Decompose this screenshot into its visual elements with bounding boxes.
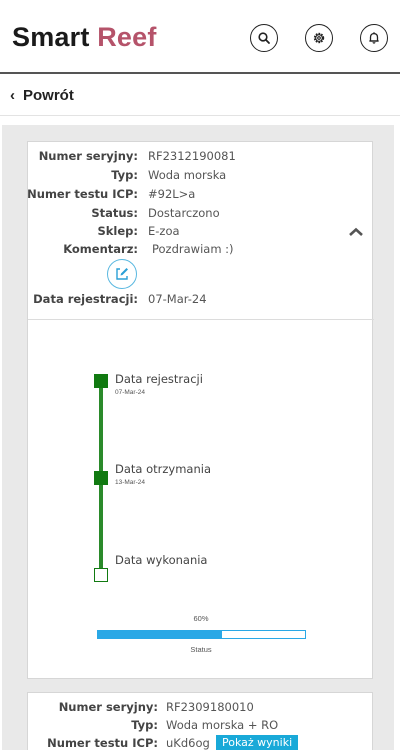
notifications-button[interactable]: [360, 24, 388, 52]
gear-icon: [313, 32, 325, 44]
timeline-label-received: Data otrzymania: [115, 462, 212, 476]
shop-value: E-zoa: [148, 224, 180, 238]
type-label: Typ:: [111, 168, 138, 182]
chevron-left-icon: ‹: [10, 87, 15, 104]
app-logo: Smart Reef: [12, 22, 157, 53]
icp-value: #92L>a: [148, 187, 196, 201]
chevron-up-icon: [349, 227, 363, 236]
icp-label: Numer testu ICP:: [47, 736, 158, 750]
icp-value: uKd6og: [166, 736, 210, 750]
search-button[interactable]: [250, 24, 278, 52]
type-label: Typ:: [131, 718, 158, 732]
comment-row: Komentarz: Pozdrawiam :): [28, 242, 374, 260]
serial-label: Numer seryjny:: [58, 700, 158, 714]
type-row: Typ: Woda morska: [28, 168, 374, 186]
back-label: Powrót: [23, 87, 74, 104]
settings-button[interactable]: [305, 24, 333, 52]
comment-label: Komentarz:: [63, 242, 138, 256]
registration-row: Data rejestracji: 07-Mar-24: [28, 292, 374, 310]
comment-value: Pozdrawiam :): [152, 242, 234, 256]
timeline-label-completed: Data wykonania: [115, 553, 208, 567]
timeline-date-registration: 07-Mar-24: [115, 389, 145, 396]
serial-label: Numer seryjny:: [38, 149, 138, 163]
back-link[interactable]: ‹ Powrót: [0, 76, 400, 116]
show-results-button[interactable]: Pokaż wyniki: [216, 735, 299, 750]
progress-caption: Status: [190, 645, 212, 654]
icp-row: Numer testu ICP: uKd6og: [28, 736, 374, 750]
search-icon: [258, 32, 270, 44]
app-header: Smart Reef: [0, 0, 400, 74]
shop-label: Sklep:: [97, 224, 138, 238]
serial-row: Numer seryjny: RF2312190081: [28, 149, 374, 167]
timeline-label-registration: Data rejestracji: [115, 372, 203, 386]
card-divider: [28, 319, 374, 320]
edit-icon: [116, 268, 128, 280]
status-value: Dostarczono: [148, 206, 220, 220]
serial-value: RF2309180010: [166, 700, 254, 714]
serial-row: Numer seryjny: RF2309180010: [28, 700, 374, 718]
icp-label: Numer testu ICP:: [27, 187, 138, 201]
timeline-node-received: [94, 471, 108, 485]
edit-comment-button[interactable]: [107, 259, 137, 289]
progress-bar: [97, 630, 306, 639]
status-row: Status: Dostarczono: [28, 206, 374, 224]
progress-bar-fill: [98, 631, 223, 638]
collapse-button[interactable]: [346, 224, 366, 240]
timeline-date-received: 13-Mar-24: [115, 479, 145, 486]
registration-value: 07-Mar-24: [148, 292, 207, 306]
bell-icon: [369, 32, 379, 44]
shop-row: Sklep: E-zoa: [28, 224, 374, 242]
timeline-node-completed: [94, 568, 108, 582]
brand-reef: Reef: [97, 22, 157, 52]
registration-label: Data rejestracji:: [33, 292, 138, 306]
type-row: Typ: Woda morska + RO: [28, 718, 374, 736]
serial-value: RF2312190081: [148, 149, 236, 163]
type-value: Woda morska + RO: [166, 718, 279, 732]
status-label: Status:: [91, 206, 138, 220]
progress-percent: 60%: [193, 614, 209, 623]
icp-row: Numer testu ICP: #92L>a: [27, 187, 374, 205]
order-card: Numer seryjny: RF2309180010 Typ: Woda mo…: [27, 692, 373, 750]
timeline-node-registration: [94, 374, 108, 388]
order-card: Numer seryjny: RF2312190081 Typ: Woda mo…: [27, 141, 374, 679]
type-value: Woda morska: [148, 168, 227, 182]
brand-smart: Smart: [12, 22, 90, 52]
